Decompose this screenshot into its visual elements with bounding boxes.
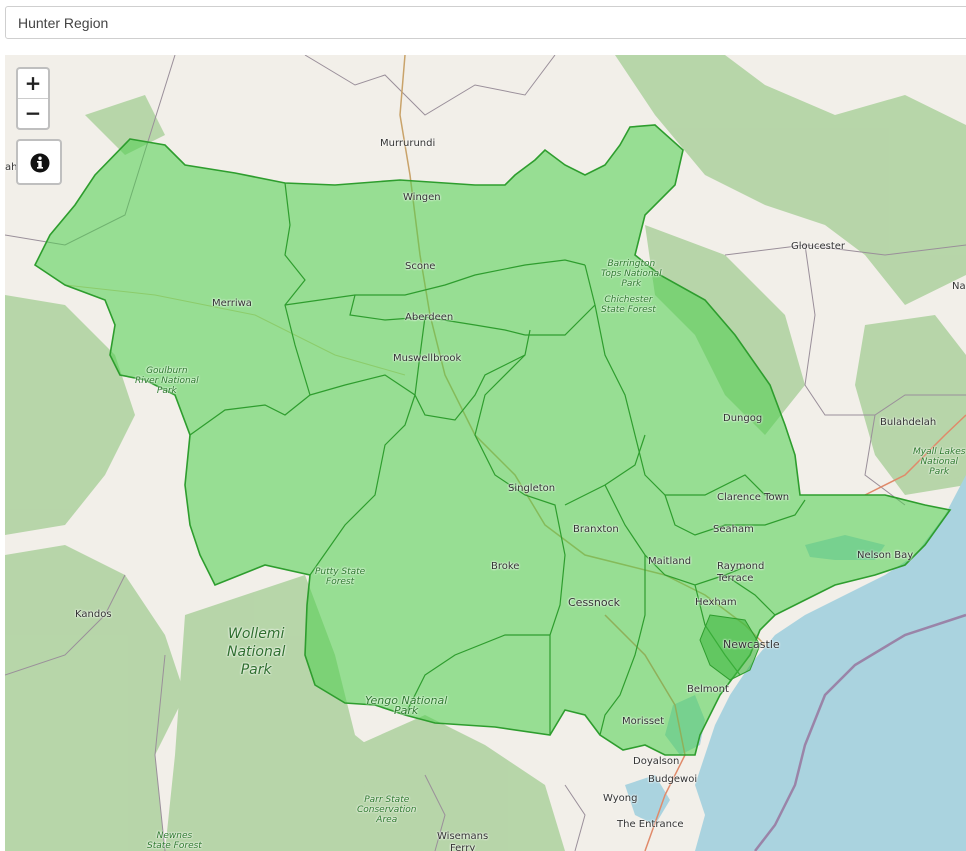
zoom-out-button[interactable]: − [18,99,48,128]
zoom-in-button[interactable]: + [18,69,48,99]
info-button[interactable] [16,139,62,185]
info-circle-icon [30,153,50,173]
region-search-input[interactable] [5,6,966,39]
map-canvas [5,55,966,851]
map-view[interactable]: Murrurundi Wingen Scone Merriwa Aberdeen… [5,55,966,851]
zoom-control: + − [16,67,50,130]
